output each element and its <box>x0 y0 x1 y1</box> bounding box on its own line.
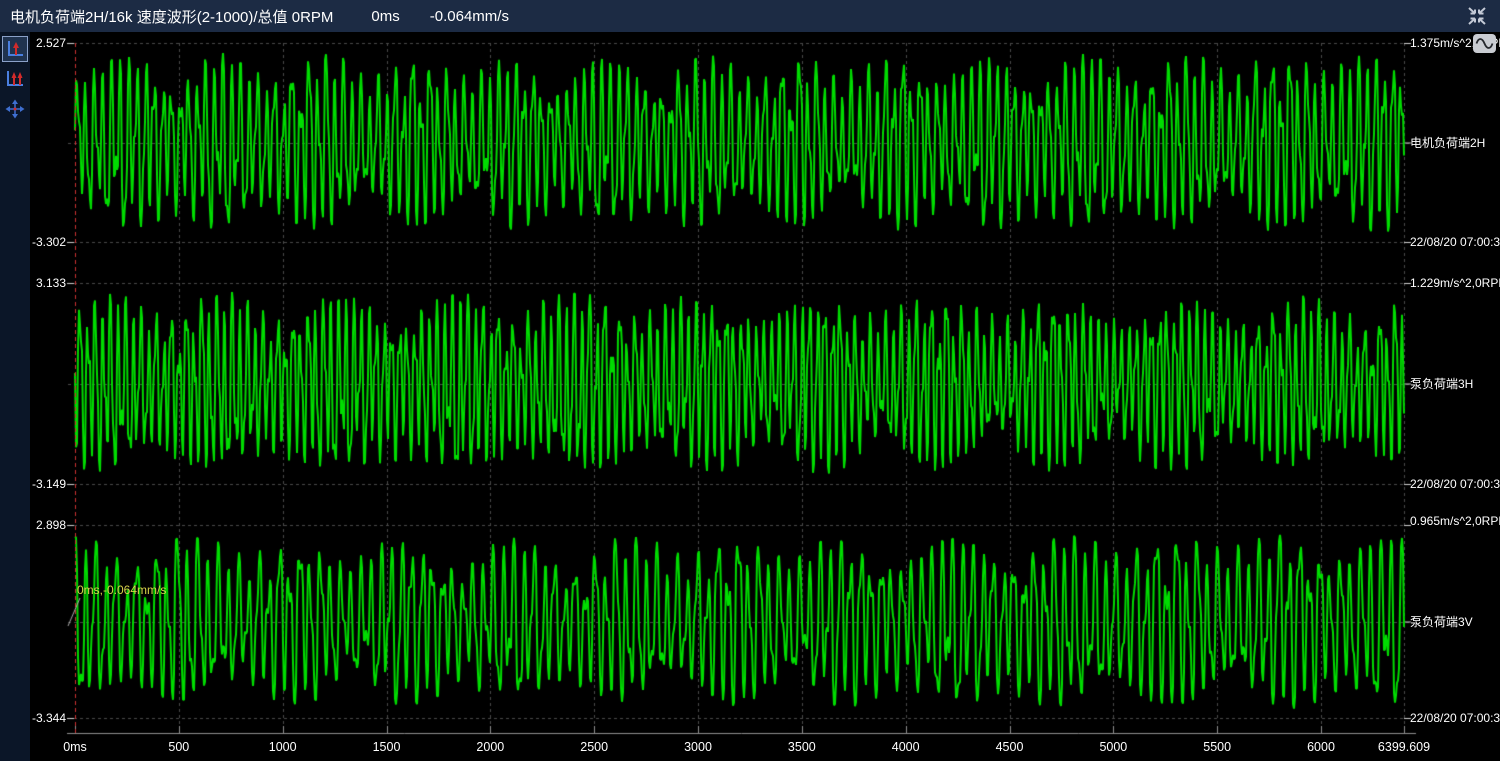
x-tick-label: 2000 <box>476 739 504 755</box>
channel-name-2: 泵负荷端3H <box>1410 376 1473 392</box>
waveform-type-button[interactable] <box>1473 34 1496 53</box>
y-max-label-1: 2.527 <box>14 35 66 51</box>
pan-icon <box>5 99 25 119</box>
x-tick-label: 4000 <box>892 739 920 755</box>
x-tick-label: 500 <box>168 739 189 755</box>
cursor-time-readout: 0ms <box>371 8 399 25</box>
title-bar: 电机负荷端2H/16k 速度波形(2-1000)/总值 0RPM 0ms -0.… <box>0 0 1500 32</box>
x-tick-label: 5000 <box>1099 739 1127 755</box>
x-tick-label: 3500 <box>788 739 816 755</box>
cursor-callout: 0ms,-0.064mm/s <box>77 583 166 597</box>
x-tick-label: 6399.609 <box>1378 739 1430 755</box>
sine-wave-icon <box>1475 37 1494 50</box>
overall-value-3: 0.965m/s^2,0RPM <box>1410 513 1500 529</box>
waveform-canvas[interactable] <box>30 32 1500 761</box>
x-tick-label: 1500 <box>373 739 401 755</box>
x-tick-label: 2500 <box>580 739 608 755</box>
overall-value-2: 1.229m/s^2,0RPM <box>1410 275 1500 291</box>
channel-name-3: 泵负荷端3V <box>1410 614 1473 630</box>
x-tick-label: 6000 <box>1307 739 1335 755</box>
cursor-value-readout: -0.064mm/s <box>430 8 509 25</box>
y-min-label-1: -3.302 <box>14 234 66 250</box>
collapse-icon[interactable] <box>1464 4 1490 28</box>
x-tick-label: 5500 <box>1203 739 1231 755</box>
x-tick-label: 1000 <box>269 739 297 755</box>
y-max-label-3: 2.898 <box>14 517 66 533</box>
x-tick-label: 0ms <box>63 739 87 755</box>
x-tick-label: 3000 <box>684 739 712 755</box>
harmonic-cursor-icon <box>5 69 25 89</box>
channel-name-1: 电机负荷端2H <box>1410 135 1485 151</box>
y-min-label-3: -3.344 <box>14 710 66 726</box>
waveform-plot-area: 2.527 -3.302 3.133 -3.149 2.898 -3.344 1… <box>30 32 1500 761</box>
x-tick-label: 4500 <box>996 739 1024 755</box>
pan-tool[interactable] <box>2 96 28 122</box>
y-min-label-2: -3.149 <box>14 476 66 492</box>
window-title: 电机负荷端2H/16k 速度波形(2-1000)/总值 0RPM <box>10 6 333 27</box>
timestamp-2: 22/08/20 07:00:32 <box>1410 476 1500 492</box>
harmonic-cursor-tool[interactable] <box>2 66 28 92</box>
timestamp-1: 22/08/20 07:00:32 <box>1410 234 1500 250</box>
y-max-label-2: 3.133 <box>14 275 66 291</box>
tool-sidebar <box>0 32 30 761</box>
timestamp-3: 22/08/20 07:00:32 <box>1410 710 1500 726</box>
